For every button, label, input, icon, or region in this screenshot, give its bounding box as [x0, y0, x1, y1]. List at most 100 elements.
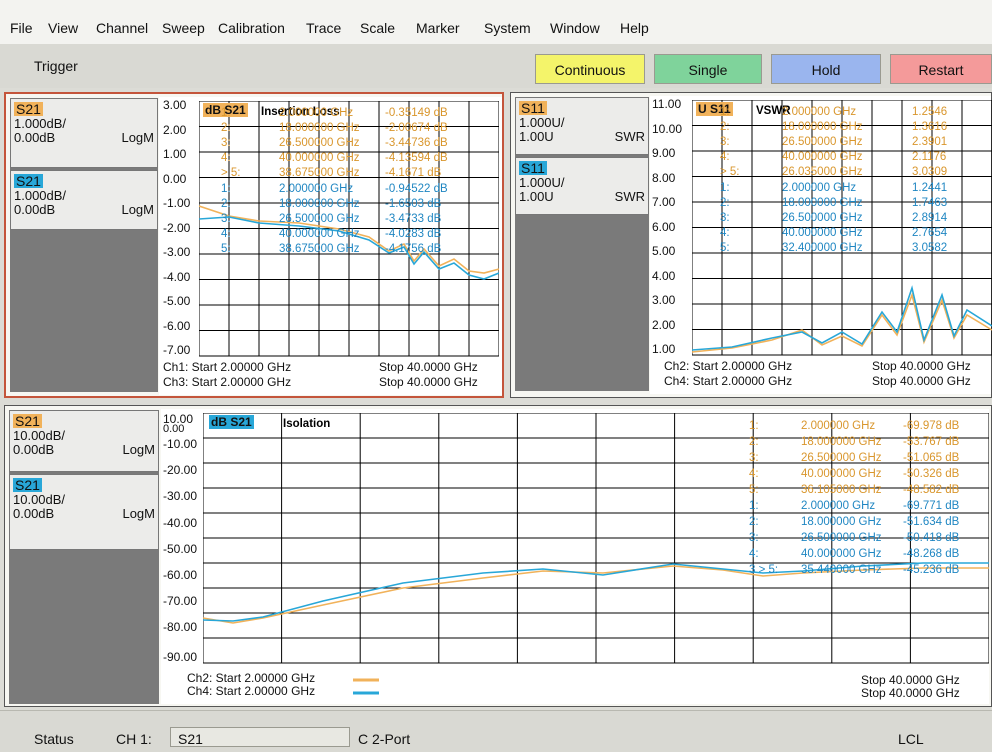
marker-readout-val: -48.582 dB — [903, 484, 960, 496]
marker-readout-id: 5: — [720, 242, 730, 254]
menu-view[interactable]: View — [48, 20, 78, 36]
window-insertion-loss[interactable]: S21 1.000dB/ 0.00dB LogM S21 1.000dB/ 0.0… — [4, 92, 504, 398]
channel-footer-2: Ch4: Start 2.00000 GHz — [664, 374, 793, 388]
marker-readout-freq: 32.400000 GHz — [782, 242, 863, 254]
marker-readout-freq: 40.000000 GHz — [782, 151, 863, 163]
menu-channel[interactable]: Channel — [96, 20, 148, 36]
trace-box[interactable]: S11 1.000U/ 1.00U SWR — [515, 97, 649, 155]
marker-readout-val: -45.236 dB — [903, 564, 960, 576]
marker-readout-val: -48.268 dB — [903, 548, 960, 560]
restart-button[interactable]: Restart — [890, 54, 992, 84]
y-tick-label: -80.00 — [163, 620, 198, 635]
marker-readout-freq: 26.500000 GHz — [782, 136, 863, 148]
marker-readout-val: -4.0283 dB — [385, 228, 442, 240]
trace-box[interactable]: S21 1.000dB/ 0.00dB LogM — [10, 98, 158, 168]
channel-footer-1: Ch2: Start 2.00000 GHz — [664, 359, 793, 373]
marker-readout-freq: 40.000000 GHz — [279, 228, 360, 240]
menu-sweep[interactable]: Sweep — [162, 20, 205, 36]
trace-ref: 1.00U — [519, 189, 554, 204]
y-tick-label: 10.00 — [652, 121, 683, 136]
marker-readout-id: 1: — [749, 500, 759, 512]
menu-window[interactable]: Window — [550, 20, 600, 36]
marker-readout-val: -69.978 dB — [903, 420, 960, 432]
marker-readout-id: 1: — [720, 106, 730, 118]
plot-area[interactable]: 10.00 -10.00 -20.00 -30.00 -40.00 -50.00 -60.0… — [161, 409, 989, 704]
menu-scale[interactable]: Scale — [360, 20, 395, 36]
marker-readout-id: > 5: — [221, 167, 241, 179]
marker-readout-val: -50.418 dB — [903, 532, 960, 544]
marker-readout-freq: 2.000000 GHz — [801, 500, 876, 512]
trace-scale: 1.000dB/ — [14, 116, 67, 131]
y-tick-label: 6.00 — [652, 219, 676, 234]
window-vswr[interactable]: S11 1.000U/ 1.00U SWR S11 1.000U/ 1.00U SW… — [510, 92, 992, 398]
menu-file[interactable]: File — [10, 20, 33, 36]
continuous-button[interactable]: Continuous — [535, 54, 645, 84]
y-tick-label: -3.00 — [163, 245, 191, 259]
y-tick-label: -5.00 — [163, 294, 191, 308]
menu-calibration[interactable]: Calibration — [218, 20, 285, 36]
marker-readout-id: 3: — [221, 213, 231, 225]
trigger-label: Trigger — [34, 58, 78, 74]
y-tick-label: -7.00 — [163, 343, 191, 357]
trace-box[interactable]: S21 10.00dB/ 0.00dB LogM — [9, 410, 159, 472]
marker-readout-val: 2.7654 — [912, 227, 948, 239]
marker-readout-freq: 18.000000 GHz — [801, 516, 882, 528]
marker-readout-val: 1.7463 — [912, 197, 948, 209]
menu-system[interactable]: System — [484, 20, 531, 36]
marker-readout-id: 2: — [221, 198, 231, 210]
marker-readout-val: 3.0582 — [912, 242, 948, 254]
trace-format: LogM — [122, 506, 155, 521]
y-tick-label: 0.00 — [163, 423, 185, 435]
plot-area[interactable]: 11.00 10.00 9.00 8.00 7.00 6.00 5.00 4.00 3.00 2.… — [650, 96, 992, 394]
menu-help[interactable]: Help — [620, 20, 649, 36]
y-tick-label: 8.00 — [652, 170, 676, 185]
marker-readout-freq: 40.000000 GHz — [801, 468, 882, 480]
window-isolation[interactable]: S21 10.00dB/ 0.00dB LogM S21 10.00dB/ 0.0… — [4, 405, 992, 707]
trace-ref: 0.00dB — [14, 202, 56, 217]
marker-readout-id: 3: — [221, 137, 231, 149]
marker-readout-freq: 40.000000 GHz — [801, 548, 882, 560]
marker-readout-id: 1: — [720, 182, 730, 194]
marker-readout-val: 2.3901 — [912, 136, 948, 148]
menu-trace[interactable]: Trace — [306, 20, 341, 36]
marker-readout-id: 4: — [720, 151, 730, 163]
channel-footer-2-stop: Stop 40.0000 GHz — [379, 375, 478, 389]
trace-ref: 0.00dB — [13, 506, 55, 521]
y-tick-label: -4.00 — [163, 269, 191, 284]
marker-readout-val: -0.35149 dB — [385, 107, 448, 119]
channel-footer-2: Ch3: Start 2.00000 GHz — [163, 375, 292, 389]
y-tick-label: 9.00 — [652, 146, 676, 160]
trace-format: SWR — [614, 189, 645, 204]
plot-area[interactable]: 3.00 2.00 1.00 0.00 -1.00 -2.00 -3.00 -4.00 -5.0… — [159, 97, 502, 395]
marker-readout-id: 4: — [221, 152, 231, 164]
marker-readout-id: 4: — [221, 228, 231, 240]
marker-readout-id: > 5: — [720, 166, 740, 178]
marker-readout-freq: 40.000000 GHz — [279, 152, 360, 164]
marker-readout-val: -3.44736 dB — [385, 137, 448, 149]
marker-readout-val: 2.8914 — [912, 212, 948, 224]
trace-box[interactable]: S21 10.00dB/ 0.00dB LogM — [9, 474, 159, 550]
trace-format: LogM — [122, 442, 155, 457]
trace-box[interactable]: S21 1.000dB/ 0.00dB LogM — [10, 170, 158, 230]
trace-sidebar: S21 10.00dB/ 0.00dB LogM S21 10.00dB/ 0.0… — [9, 410, 159, 704]
trace-box[interactable]: S11 1.000U/ 1.00U SWR — [515, 157, 649, 215]
marker-readout-val: -2.00674 dB — [385, 122, 448, 134]
trace-scale: 1.000U/ — [519, 175, 565, 190]
marker-readout-freq: 18.000000 GHz — [279, 122, 360, 134]
trace-sidebar: S11 1.000U/ 1.00U SWR S11 1.000U/ 1.00U SW… — [515, 97, 649, 391]
marker-readout-id: 2: — [749, 436, 759, 448]
y-tick-label: 11.00 — [652, 97, 682, 111]
y-tick-label: 3.00 — [652, 293, 676, 307]
marker-readout-freq: 26.500000 GHz — [801, 452, 882, 464]
marker-readout-freq: 26.035000 GHz — [782, 166, 863, 178]
single-button[interactable]: Single — [654, 54, 762, 84]
marker-readout-val: -51.634 dB — [903, 516, 960, 528]
marker-readout-freq: 26.500000 GHz — [279, 137, 360, 149]
marker-readout-freq: 38.675000 GHz — [279, 243, 360, 255]
marker-readout-freq: 18.000000 GHz — [782, 197, 863, 209]
menu-marker[interactable]: Marker — [416, 20, 460, 36]
marker-readout-freq: 18.000000 GHz — [801, 436, 882, 448]
marker-readout-id: 3: — [749, 452, 759, 464]
marker-readout-id: 3: — [749, 532, 759, 544]
hold-button[interactable]: Hold — [771, 54, 881, 84]
